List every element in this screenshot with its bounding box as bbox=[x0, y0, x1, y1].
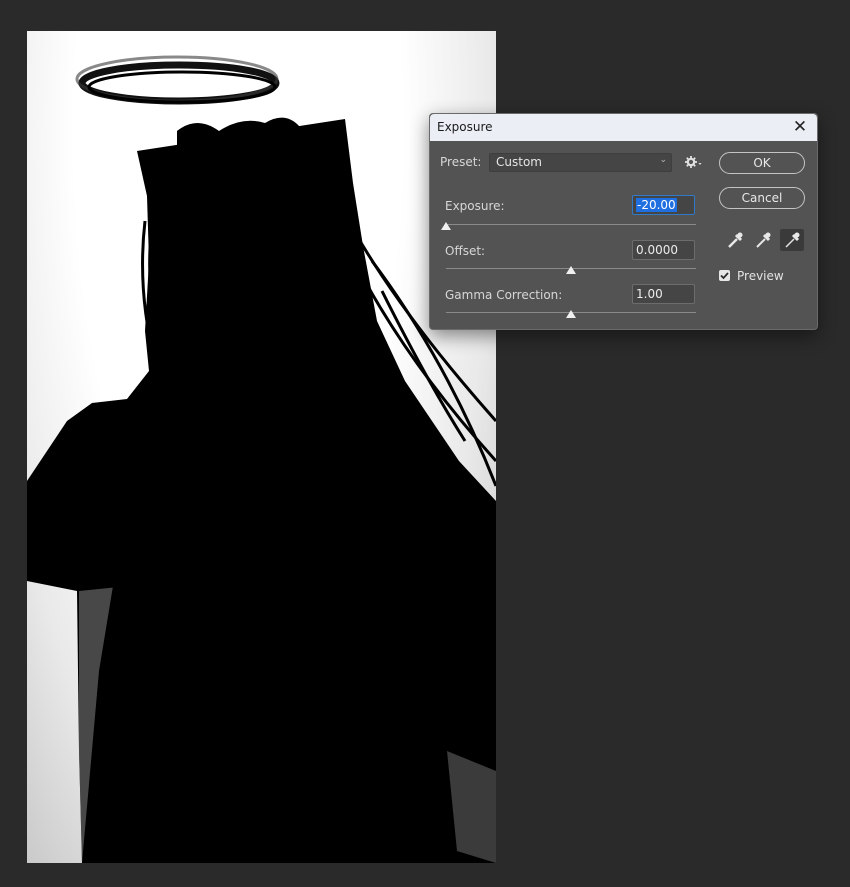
gamma-field[interactable]: 1.00 bbox=[632, 284, 695, 304]
preview-checkbox[interactable] bbox=[719, 270, 730, 281]
dialog-titlebar[interactable]: Exposure ✕ bbox=[430, 114, 817, 141]
exposure-value: -20.00 bbox=[636, 198, 677, 212]
exposure-slider-knob[interactable] bbox=[441, 222, 451, 230]
gamma-value: 1.00 bbox=[636, 287, 663, 301]
preview-label: Preview bbox=[737, 269, 784, 283]
gamma-slider-knob[interactable] bbox=[566, 310, 576, 318]
cancel-button[interactable]: Cancel bbox=[719, 187, 805, 209]
preset-value: Custom bbox=[496, 155, 542, 169]
gray-point-eyedropper-icon[interactable] bbox=[751, 229, 775, 251]
chevron-down-icon: ⌄ bbox=[659, 155, 667, 165]
close-icon[interactable]: ✕ bbox=[791, 117, 809, 137]
ok-button[interactable]: OK bbox=[719, 152, 805, 174]
gamma-label: Gamma Correction: bbox=[445, 288, 563, 302]
gear-icon[interactable] bbox=[684, 154, 702, 170]
offset-slider-knob[interactable] bbox=[566, 266, 576, 274]
checkmark-icon bbox=[720, 272, 729, 280]
white-point-eyedropper-icon[interactable] bbox=[780, 229, 804, 251]
exposure-slider-track[interactable] bbox=[446, 224, 696, 225]
exposure-label: Exposure: bbox=[445, 199, 505, 213]
preset-label: Preset: bbox=[440, 155, 482, 169]
silhouette-artwork bbox=[27, 55, 496, 863]
exposure-dialog: Exposure ✕ Preset: Custom ⌄ Exposure: -2… bbox=[429, 113, 818, 330]
offset-value: 0.0000 bbox=[636, 243, 678, 257]
offset-label: Offset: bbox=[445, 244, 486, 258]
dialog-title: Exposure bbox=[437, 120, 493, 134]
black-point-eyedropper-icon[interactable] bbox=[723, 229, 747, 251]
exposure-field[interactable]: -20.00 bbox=[632, 195, 695, 215]
document-canvas[interactable] bbox=[27, 31, 496, 863]
halo bbox=[75, 55, 280, 105]
offset-field[interactable]: 0.0000 bbox=[632, 240, 695, 260]
preset-select[interactable]: Custom ⌄ bbox=[489, 153, 672, 172]
